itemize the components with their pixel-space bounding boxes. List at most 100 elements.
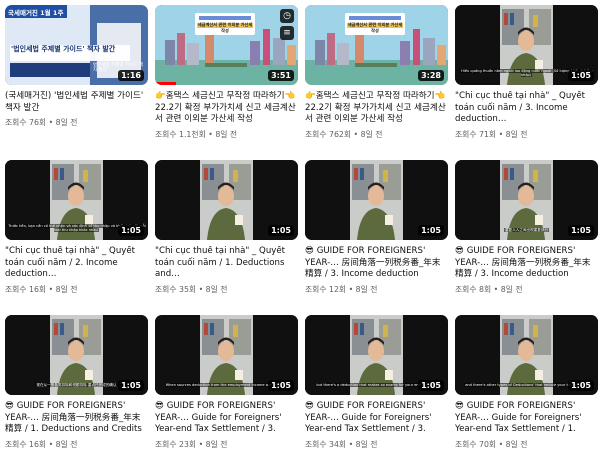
video-meta: 조회수 23회 • 8일 전 <box>155 439 298 450</box>
video-thumbnail[interactable]: and there's other types of Deductions' t… <box>455 315 598 395</box>
meta-separator: • <box>196 284 206 294</box>
video-card[interactable]: 1:05 😎 GUIDE FOR FOREIGNERS' YEAR-… 房间角落一… <box>305 160 448 315</box>
upload-age: 8일 전 <box>355 440 378 449</box>
meta-separator: • <box>46 440 56 449</box>
video-thumbnail[interactable]: but there's a deduction that makes so ex… <box>305 315 448 395</box>
video-meta: 조회수 76회 • 8일 전 <box>5 117 148 128</box>
banner-small-text: 국세매거진 1월 1주 <box>8 9 64 17</box>
meta-separator: • <box>205 129 216 139</box>
watch-progress <box>155 82 177 85</box>
meta-separator: • <box>491 285 501 294</box>
video-thumbnail[interactable]: 现在从一般各类扣除和税额扣除 重点已完成的确认 1:05 <box>5 315 148 395</box>
video-title[interactable]: 👉홈택스 세금신고 무작정 따라하기👈 22.2기 확정 부가가치세 신고 세금… <box>155 91 298 126</box>
view-count: 조회수 35회 <box>155 284 197 294</box>
video-title[interactable]: "Chi cục thuế tại nhà" _ Quyết toán cuối… <box>5 246 148 281</box>
upload-age: 8일 전 <box>205 440 228 449</box>
video-meta: 조회수 1.1천회 • 8일 전 <box>155 129 298 140</box>
hover-actions: ◷ ≡ <box>280 9 294 40</box>
video-card[interactable]: When sources deduction from the employme… <box>155 315 298 460</box>
video-thumbnail[interactable]: 세금계산서 관련 이외분 가산세 작성 3:28 <box>305 5 448 85</box>
video-title[interactable]: (국세매거진) '법인세법 주제별 가이드' 책자 발간 <box>5 91 148 114</box>
video-thumbnail[interactable]: Trước tiên, bạn cần có thể nhận và xác đ… <box>5 160 148 240</box>
video-title[interactable]: 😎 GUIDE FOR FOREIGNERS' YEAR-… 房间角落一列税务番… <box>305 246 448 281</box>
upload-age: 8일 전 <box>205 284 228 294</box>
video-duration: 1:05 <box>418 380 444 391</box>
video-thumbnail[interactable]: Hiếu quảng thuần năm người lao động nước… <box>455 5 598 85</box>
view-count: 조회수 34회 <box>305 440 347 449</box>
video-title[interactable]: "Chi cục thuế tại nhà" _ Quyết toán cuối… <box>155 246 298 281</box>
video-card[interactable]: 세금계산서 관련 이외분 가산세 작성 3:28 👉홈택스 세금신고 무작정 따라하… <box>305 5 448 160</box>
upload-age: 8일 전 <box>55 440 78 449</box>
video-card[interactable]: 1:05 "Chi cục thuế tại nhà" _ Quyết toán … <box>155 160 298 315</box>
upload-age: 8일 전 <box>55 284 78 294</box>
video-duration: 3:28 <box>418 70 444 81</box>
video-meta: 조회수 12회 • 8일 전 <box>305 284 448 295</box>
video-thumbnail[interactable]: 重复人人之间出现重复部分 1:05 <box>455 160 598 240</box>
upload-age: 8일 전 <box>215 129 238 139</box>
video-duration: 1:05 <box>568 380 594 391</box>
view-count: 조회수 1.1천회 <box>155 129 206 139</box>
view-count: 조회수 71회 <box>455 129 497 139</box>
view-count: 조회수 23회 <box>155 440 197 449</box>
video-duration: 1:05 <box>568 70 594 81</box>
meta-separator: • <box>196 440 206 449</box>
video-card[interactable]: 重复人人之间出现重复部分 1:05 😎 GUIDE FOR FOREIGNERS' … <box>455 160 598 315</box>
meta-separator: • <box>346 285 356 294</box>
video-meta: 조회수 8회 • 8일 전 <box>455 284 598 295</box>
video-thumbnail[interactable]: 1:05 <box>305 160 448 240</box>
video-meta: 조회수 762회 • 8일 전 <box>305 129 448 140</box>
view-count: 조회수 762회 <box>305 129 352 139</box>
video-duration: 1:05 <box>268 225 294 236</box>
upload-age: 8일 전 <box>500 285 523 294</box>
meta-separator: • <box>46 284 56 294</box>
video-title[interactable]: 😎 GUIDE FOR FOREIGNERS' YEAR-… Guide for… <box>455 401 598 436</box>
video-title[interactable]: "Chi cục thuế tại nhà" _ Quyết toán cuối… <box>455 91 598 126</box>
video-meta: 조회수 16회 • 8일 전 <box>5 284 148 295</box>
video-meta: 조회수 16회 • 8일 전 <box>5 439 148 450</box>
video-card[interactable]: 국세매거진 1월 1주 '법인세법 주제별 가이드' 책자 발간 법인세법 주제별 … <box>5 5 148 160</box>
video-card[interactable]: 现在从一般各类扣除和税额扣除 重点已完成的确认 1:05 😎 GUIDE FOR F… <box>5 315 148 460</box>
video-meta: 조회수 34회 • 8일 전 <box>305 439 448 450</box>
view-count: 조회수 70회 <box>455 440 497 449</box>
view-count: 조회수 76회 <box>5 118 47 127</box>
subtitle-text: 现在从一般各类扣除和税额扣除 重点已完成的确认 <box>35 383 118 387</box>
video-duration: 1:05 <box>418 225 444 236</box>
subtitle-text: 重复人人之间出现重复部分 <box>503 228 550 232</box>
video-duration: 1:05 <box>568 225 594 236</box>
video-title[interactable]: 👉홈택스 세금신고 무작정 따라하기👈 22.2기 확정 부가가치세 신고 세금… <box>305 91 448 126</box>
video-thumbnail[interactable]: 1:05 <box>155 160 298 240</box>
video-title[interactable]: 😎 GUIDE FOR FOREIGNERS' YEAR-… Guide for… <box>305 401 448 436</box>
video-card[interactable]: Trước tiên, bạn cần có thể nhận và xác đ… <box>5 160 148 315</box>
video-duration: 1:05 <box>118 225 144 236</box>
video-thumbnail[interactable]: 세금계산서 관련 이외분 가산세 작성 ◷ ≡ 3:51 <box>155 5 298 85</box>
upload-age: 8일 전 <box>55 118 78 127</box>
video-thumbnail[interactable]: When sources deduction from the employme… <box>155 315 298 395</box>
video-card[interactable]: 세금계산서 관련 이외분 가산세 작성 ◷ ≡ 3:51 👉홈택스 세금신고 무작정 따… <box>155 5 298 160</box>
view-count: 조회수 12회 <box>305 285 347 294</box>
view-count: 조회수 16회 <box>5 440 47 449</box>
video-meta: 조회수 35회 • 8일 전 <box>155 284 298 295</box>
video-title[interactable]: 😎 GUIDE FOR FOREIGNERS' YEAR-… 房间角落一列税务番… <box>5 401 148 436</box>
video-title[interactable]: 😎 GUIDE FOR FOREIGNERS' YEAR-… 房间角落一列税务番… <box>455 246 598 281</box>
clock-icon[interactable]: ◷ <box>280 9 294 23</box>
video-grid: 국세매거진 1월 1주 '법인세법 주제별 가이드' 책자 발간 법인세법 주제별 … <box>0 0 600 455</box>
video-duration: 1:05 <box>118 380 144 391</box>
video-card[interactable]: and there's other types of Deductions' t… <box>455 315 598 460</box>
view-count: 조회수 16회 <box>5 284 47 294</box>
banner-title-text: '법인세법 주제별 가이드' 책자 발간 <box>11 45 116 53</box>
video-title[interactable]: 😎 GUIDE FOR FOREIGNERS' YEAR-… Guide for… <box>155 401 298 436</box>
meta-separator: • <box>496 129 506 139</box>
queue-icon[interactable]: ≡ <box>280 26 294 40</box>
upload-age: 8일 전 <box>355 285 378 294</box>
video-meta: 조회수 71회 • 8일 전 <box>455 129 598 140</box>
video-meta: 조회수 70회 • 8일 전 <box>455 439 598 450</box>
video-duration: 3:51 <box>268 70 294 81</box>
upload-age: 8일 전 <box>360 129 383 139</box>
meta-separator: • <box>346 440 356 449</box>
video-thumbnail[interactable]: 국세매거진 1월 1주 '법인세법 주제별 가이드' 책자 발간 법인세법 주제별 … <box>5 5 148 85</box>
video-card[interactable]: but there's a deduction that makes so ex… <box>305 315 448 460</box>
video-duration: 1:16 <box>118 70 144 81</box>
thumbnail-caption: 세금계산서 관련 이외분 가산세 작성 <box>197 22 253 33</box>
video-card[interactable]: Hiếu quảng thuần năm người lao động nước… <box>455 5 598 160</box>
video-duration: 1:05 <box>268 380 294 391</box>
